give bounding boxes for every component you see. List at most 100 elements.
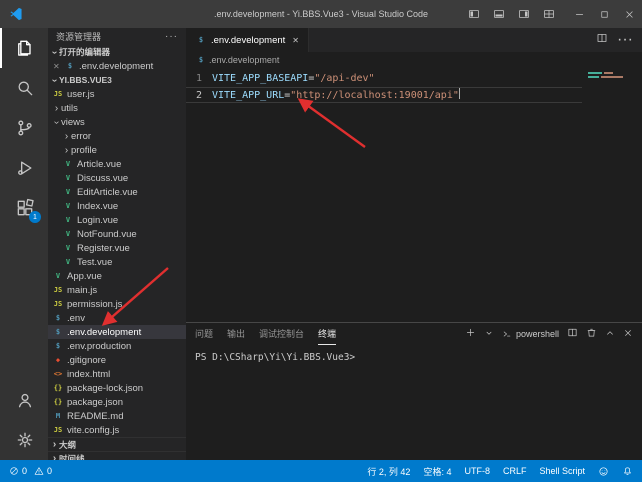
project-root-label: YI.BBS.VUE3 <box>59 75 112 85</box>
panel-tab-debug-console[interactable]: 调试控制台 <box>259 323 304 345</box>
maximize-panel-icon[interactable] <box>605 325 615 343</box>
tree-item-permission.js[interactable]: JSpermission.js <box>48 297 186 311</box>
warning-count: 0 <box>47 466 52 476</box>
tree-item-index.html[interactable]: <>index.html <box>48 367 186 381</box>
panel-tab-terminal[interactable]: 终端 <box>318 323 336 345</box>
tree-item-package.json[interactable]: {}package.json <box>48 395 186 409</box>
kill-terminal-icon[interactable] <box>586 325 597 343</box>
tree-item-.env.development[interactable]: $.env.development <box>48 325 186 339</box>
tree-item-user.js[interactable]: JSuser.js <box>48 87 186 101</box>
tree-item-Test.vue[interactable]: VTest.vue <box>48 255 186 269</box>
chevron-right-icon: › <box>52 102 61 115</box>
html-file-icon: <> <box>52 370 64 378</box>
file-label: EditArticle.vue <box>77 187 138 198</box>
tree-item-.env.production[interactable]: $.env.production <box>48 339 186 353</box>
terminal-prompt: PS D:\CSharp\Yi\Yi.BBS.Vue3> <box>195 352 355 363</box>
tab-bar: $ .env.development ✕ ··· <box>186 28 642 52</box>
source-control-activity-button[interactable] <box>0 108 48 148</box>
file-label: permission.js <box>67 299 122 310</box>
line-number: 2 <box>186 88 212 102</box>
sidebar-more-actions-icon[interactable]: ··· <box>165 31 178 42</box>
outline-section-header[interactable]: › 大纲 <box>48 437 186 451</box>
code-editor[interactable]: 1VITE_APP_BASEAPI="/api-dev"2VITE_APP_UR… <box>186 68 642 322</box>
customize-layout-icon[interactable] <box>536 8 561 20</box>
tree-item-EditArticle.vue[interactable]: VEditArticle.vue <box>48 185 186 199</box>
tree-item-error[interactable]: ›error <box>48 129 186 143</box>
tree-item-Article.vue[interactable]: VArticle.vue <box>48 157 186 171</box>
project-root-header[interactable]: › YI.BBS.VUE3 <box>48 73 186 87</box>
vue-file-icon: V <box>62 202 74 210</box>
file-label: App.vue <box>67 271 102 282</box>
settings-gear-icon[interactable] <box>0 420 48 460</box>
tab-env-development[interactable]: $ .env.development ✕ <box>186 28 309 52</box>
tree-item-App.vue[interactable]: VApp.vue <box>48 269 186 283</box>
tree-item-utils[interactable]: ›utils <box>48 101 186 115</box>
file-label: views <box>61 117 85 128</box>
tree-item-Discuss.vue[interactable]: VDiscuss.vue <box>48 171 186 185</box>
minimap[interactable] <box>588 72 630 80</box>
split-terminal-icon[interactable] <box>567 325 578 343</box>
split-editor-icon[interactable] <box>596 31 608 49</box>
tree-item-package-lock.json[interactable]: {}package-lock.json <box>48 381 186 395</box>
panel-tab-problems[interactable]: 问题 <box>195 323 213 345</box>
file-label: package.json <box>67 397 123 408</box>
run-debug-activity-button[interactable] <box>0 148 48 188</box>
cursor-position[interactable]: 行 2, 列 42 <box>367 465 410 478</box>
breadcrumb[interactable]: $ .env.development <box>186 52 642 68</box>
editor-more-actions-icon[interactable]: ··· <box>617 31 633 49</box>
code-text: VITE_APP_URL="http://localhost:19001/api… <box>212 88 460 102</box>
language-mode[interactable]: Shell Script <box>539 466 585 476</box>
extensions-badge: 1 <box>29 211 41 223</box>
tree-item-.gitignore[interactable]: ◆.gitignore <box>48 353 186 367</box>
close-editor-icon[interactable]: ✕ <box>53 62 64 71</box>
code-line-1[interactable]: 1VITE_APP_BASEAPI="/api-dev" <box>186 71 582 87</box>
tree-item-NotFound.vue[interactable]: VNotFound.vue <box>48 227 186 241</box>
problems-status[interactable]: 0 0 <box>9 466 52 476</box>
code-line-2[interactable]: 2VITE_APP_URL="http://localhost:19001/ap… <box>186 87 582 103</box>
open-editor-item[interactable]: ✕ $ .env.development <box>48 59 186 73</box>
tree-item-main.js[interactable]: JSmain.js <box>48 283 186 297</box>
launch-profile-chevron-icon[interactable] <box>484 325 494 343</box>
tree-item-.env[interactable]: $.env <box>48 311 186 325</box>
close-window-icon[interactable] <box>617 0 642 28</box>
timeline-label: 时间线 <box>59 453 85 461</box>
breadcrumb-file: .env.development <box>209 55 279 65</box>
terminal-output[interactable]: PS D:\CSharp\Yi\Yi.BBS.Vue3> <box>186 345 642 460</box>
shell-name: powershell <box>516 329 559 339</box>
close-panel-icon[interactable] <box>623 325 633 343</box>
tree-item-profile[interactable]: ›profile <box>48 143 186 157</box>
toggle-panel-icon[interactable] <box>486 8 511 20</box>
tree-item-views[interactable]: ›views <box>48 115 186 129</box>
file-label: utils <box>61 103 78 114</box>
panel-tab-output[interactable]: 输出 <box>227 323 245 345</box>
indentation-status[interactable]: 空格: 4 <box>423 465 451 478</box>
extensions-activity-button[interactable]: 1 <box>0 188 48 228</box>
open-editors-header[interactable]: › 打开的编辑器 <box>48 45 186 59</box>
encoding-status[interactable]: UTF-8 <box>464 466 490 476</box>
close-tab-icon[interactable]: ✕ <box>292 36 299 45</box>
chevron-right-icon: › <box>50 438 59 451</box>
vue-file-icon: V <box>62 188 74 196</box>
vue-file-icon: V <box>52 272 64 280</box>
accounts-activity-button[interactable] <box>0 380 48 420</box>
eol-status[interactable]: CRLF <box>503 466 527 476</box>
timeline-section-header[interactable]: › 时间线 <box>48 451 186 460</box>
toggle-secondary-sidebar-icon[interactable] <box>511 8 536 20</box>
minimize-icon[interactable] <box>567 0 592 28</box>
terminal-shell-select[interactable]: powershell <box>502 329 559 339</box>
tree-item-Login.vue[interactable]: VLogin.vue <box>48 213 186 227</box>
notifications-bell-icon[interactable] <box>622 466 633 477</box>
maximize-icon[interactable] <box>592 0 617 28</box>
vue-file-icon: V <box>62 230 74 238</box>
feedback-smiley-icon[interactable] <box>598 466 609 477</box>
tree-item-Index.vue[interactable]: VIndex.vue <box>48 199 186 213</box>
search-activity-button[interactable] <box>0 68 48 108</box>
tree-item-vite.config.js[interactable]: JSvite.config.js <box>48 423 186 437</box>
new-terminal-icon[interactable] <box>465 325 476 343</box>
toggle-sidebar-icon[interactable] <box>461 8 486 20</box>
explorer-activity-button[interactable] <box>0 28 48 68</box>
tree-item-README.md[interactable]: MREADME.md <box>48 409 186 423</box>
tree-item-Register.vue[interactable]: VRegister.vue <box>48 241 186 255</box>
line-number: 1 <box>186 71 212 87</box>
activity-bar: 1 <box>0 28 48 460</box>
